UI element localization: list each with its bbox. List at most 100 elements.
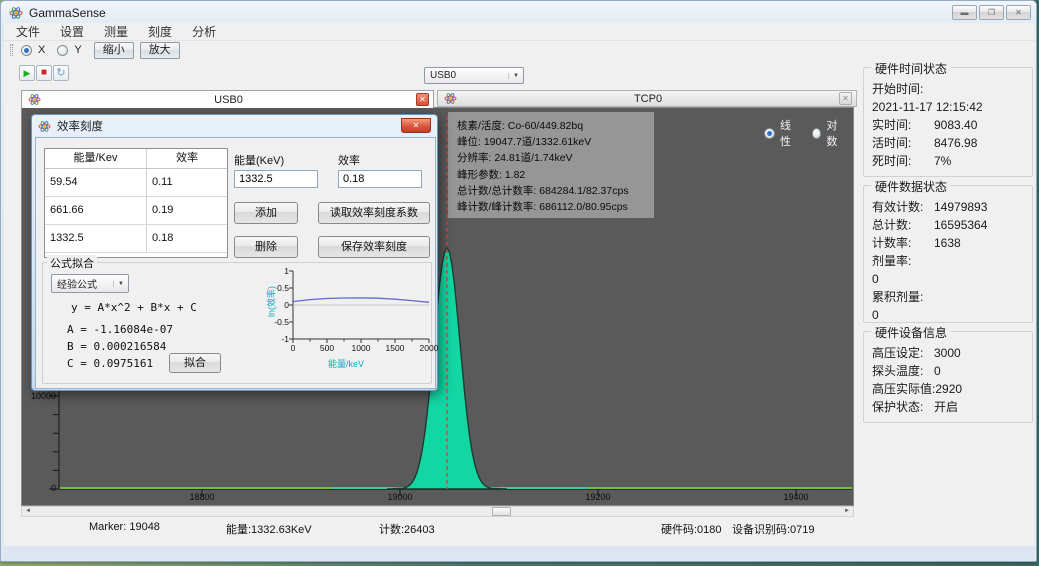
coefficient-c: C = 0.0975161 — [67, 357, 153, 370]
table-row[interactable]: 59.54 0.11 — [45, 169, 227, 197]
dialog-title: 效率刻度 — [57, 118, 103, 134]
toolbar-gripper — [10, 44, 13, 56]
dose-rate-label: 剂量率: — [872, 252, 934, 270]
x-tick-19400: 19400 — [766, 492, 826, 502]
dead-time-label: 死时间: — [872, 152, 934, 170]
fit-x-tick: 0 — [275, 343, 311, 353]
cell-efficiency: 0.11 — [147, 169, 227, 196]
horizontal-scrollbar[interactable]: ◄ ► — [21, 506, 854, 517]
x-tick-18800: 18800 — [172, 492, 232, 502]
energy-input-label: 能量(KeV) — [234, 152, 284, 168]
device-select[interactable]: USB0 ▼ — [424, 67, 524, 84]
fit-x-tick: 500 — [309, 343, 345, 353]
read-coefficients-button[interactable]: 读取效率刻度系数 — [318, 202, 430, 224]
hv-actual-value: 2920 — [935, 382, 962, 396]
tab-usb0-close-icon[interactable]: ✕ — [416, 93, 429, 106]
probe-temp-value: 0 — [934, 364, 941, 378]
fit-x-tick: 1000 — [343, 343, 379, 353]
fit-x-tick: 2000 — [411, 343, 447, 353]
fit-button[interactable]: 拟合 — [169, 353, 221, 373]
maximize-button[interactable]: ❐ — [979, 5, 1004, 20]
menu-measure[interactable]: 测量 — [104, 23, 128, 40]
delete-button[interactable]: 删除 — [234, 236, 298, 258]
status-device-id: 设备识别码:0719 — [732, 521, 815, 537]
y-tick-0: 0 — [24, 483, 56, 493]
cell-energy: 1332.5 — [45, 225, 147, 252]
zoom-in-button[interactable]: 放大 — [140, 42, 180, 59]
stop-acquisition-button[interactable]: ■ — [36, 65, 52, 81]
log-scale-label: 对数 — [826, 117, 845, 149]
tab-usb0[interactable]: USB0 ✕ — [21, 90, 434, 108]
valid-counts-label: 有效计数: — [872, 198, 934, 216]
energy-input[interactable] — [234, 170, 318, 188]
total-counts-label: 总计数: — [872, 216, 934, 234]
fit-curve — [293, 298, 429, 302]
window-title: GammaSense — [29, 6, 106, 20]
scroll-right-icon[interactable]: ► — [841, 507, 853, 516]
status-energy: 能量:1332.63KeV — [226, 521, 312, 537]
tab-tcp0-close-icon[interactable]: ✕ — [839, 92, 852, 105]
table-header-energy: 能量/Kev — [45, 149, 147, 168]
valid-counts-value: 14979893 — [934, 200, 987, 214]
status-counts: 计数:26403 — [379, 521, 435, 537]
table-row[interactable]: 661.66 0.19 — [45, 197, 227, 225]
linear-scale-label: 线性 — [780, 117, 799, 149]
probe-temp-label: 探头温度: — [872, 362, 934, 380]
dialog-body: 能量/Kev 效率 59.54 0.11 661.66 0.19 1332.5 … — [35, 137, 436, 389]
refresh-button[interactable]: ↻ — [53, 65, 69, 81]
efficiency-fit-chart: 1 0.5 0 -0.5 -1 0 500 1000 1500 2000 ln(… — [255, 263, 437, 385]
y-axis-radio[interactable] — [57, 45, 68, 56]
zoom-out-button[interactable]: 缩小 — [94, 42, 134, 59]
table-header-efficiency: 效率 — [147, 149, 227, 168]
scroll-left-icon[interactable]: ◄ — [22, 507, 34, 516]
formula-fit-group: 公式拟合 经验公式 ▼ y = A*x^2 + B*x + C A = -1.1… — [42, 262, 432, 384]
tab-tcp0[interactable]: TCP0 ✕ — [437, 90, 857, 107]
hardware-time-title: 硬件时间状态 — [871, 60, 951, 77]
add-button[interactable]: 添加 — [234, 202, 298, 224]
hv-set-label: 高压设定: — [872, 344, 934, 362]
menu-settings[interactable]: 设置 — [60, 23, 84, 40]
efficiency-calibration-dialog: 效率刻度 ✕ 能量/Kev 效率 59.54 0.11 661.66 0.19 … — [31, 114, 438, 391]
formula-select[interactable]: 经验公式 ▼ — [51, 274, 129, 293]
total-counts-value: 16595364 — [934, 218, 987, 232]
menu-analysis[interactable]: 分析 — [192, 23, 216, 40]
fit-x-axis-label: 能量/keV — [255, 357, 437, 370]
hv-set-value: 3000 — [934, 346, 961, 360]
protect-status-value: 开启 — [934, 400, 958, 414]
menu-file[interactable]: 文件 — [16, 23, 40, 40]
formula-fit-title: 公式拟合 — [47, 255, 97, 271]
log-scale-radio[interactable] — [812, 128, 822, 139]
linear-scale-radio[interactable] — [764, 128, 775, 139]
real-time-value: 9083.40 — [934, 118, 977, 132]
cell-energy: 59.54 — [45, 169, 147, 196]
y-tick-10000: 10000 — [24, 391, 56, 401]
y-axis-label: Y — [74, 44, 81, 56]
axis-toolbar: X Y 缩小 放大 — [4, 41, 1035, 59]
table-row[interactable]: 1332.5 0.18 — [45, 225, 227, 253]
fit-y-axis-label: ln(效率) — [265, 272, 278, 332]
fit-formula: y = A*x^2 + B*x + C — [71, 301, 197, 314]
dialog-close-button[interactable]: ✕ — [401, 118, 431, 133]
dialog-titlebar[interactable]: 效率刻度 ✕ — [32, 115, 437, 137]
close-button[interactable]: ✕ — [1006, 5, 1031, 20]
start-time-label: 开始时间: — [872, 80, 934, 98]
chevron-down-icon: ▼ — [113, 281, 128, 287]
x-tick-19000: 19000 — [370, 492, 430, 502]
coefficient-b: B = 0.000216584 — [67, 340, 166, 353]
save-calibration-button[interactable]: 保存效率刻度 — [318, 236, 430, 258]
efficiency-input-label: 效率 — [338, 152, 360, 168]
start-acquisition-button[interactable]: ▶ — [19, 65, 35, 81]
chevron-down-icon: ▼ — [508, 73, 523, 79]
info-peak-pos: 峰位: 19047.7道/1332.61keV — [457, 134, 645, 150]
minimize-button[interactable]: ▬ — [952, 5, 977, 20]
titlebar: GammaSense ▬ ❐ ✕ — [4, 3, 1035, 23]
menu-calibration[interactable]: 刻度 — [148, 23, 172, 40]
x-axis-radio[interactable] — [21, 45, 32, 56]
tab-tcp0-label: TCP0 — [457, 93, 839, 105]
spectrum-tab-icon — [28, 93, 41, 106]
dead-time-value: 7% — [934, 154, 951, 168]
scrollbar-thumb[interactable] — [492, 507, 511, 516]
efficiency-table[interactable]: 能量/Kev 效率 59.54 0.11 661.66 0.19 1332.5 … — [44, 148, 228, 258]
efficiency-input[interactable] — [338, 170, 422, 188]
info-total-counts: 总计数/总计数率: 684284.1/82.37cps — [457, 183, 645, 199]
